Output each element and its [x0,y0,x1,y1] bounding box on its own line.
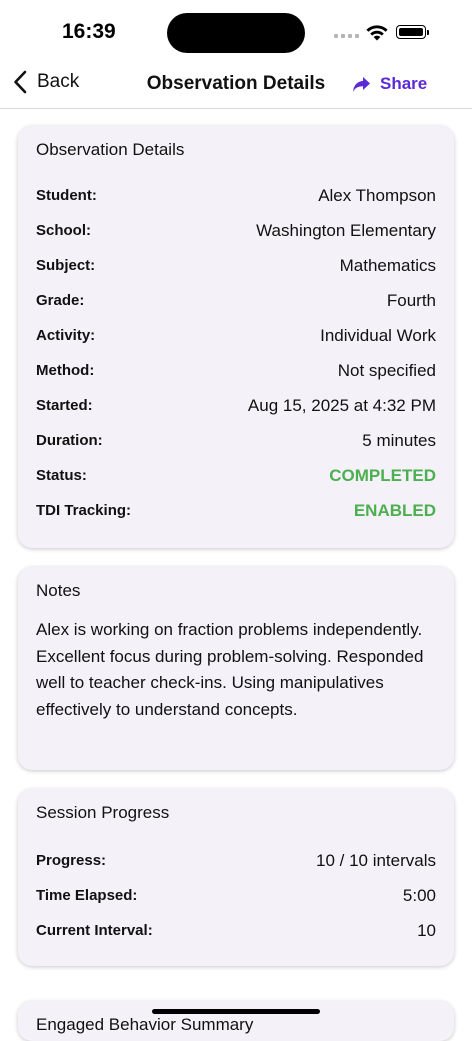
battery-icon [396,25,429,39]
detail-label: Student: [36,187,97,204]
back-button[interactable]: Back [13,70,79,94]
card-title: Session Progress [36,803,170,822]
share-arrow-icon [353,76,370,92]
detail-value: Aug 15, 2025 at 4:32 PM [247,395,436,415]
home-indicator[interactable] [152,1009,320,1014]
detail-value: Alex Thompson [318,185,436,205]
detail-label: Activity: [36,327,96,344]
detail-label: Started: [36,397,93,414]
detail-row-student: Student: Alex Thompson [36,178,436,213]
current-interval-value: 10 [417,920,436,940]
detail-value: Fourth [386,290,436,310]
detail-value: Not specified [337,360,436,380]
detail-row-grade: Grade: Fourth [36,283,436,318]
detail-row-started: Started: Aug 15, 2025 at 4:32 PM [36,388,436,423]
detail-row-method: Method: Not specified [36,353,436,388]
detail-label: Subject: [36,257,96,274]
back-label: Back [37,71,80,92]
chevron-left-icon [14,70,27,94]
current-interval-label: Current Interval: [36,922,153,939]
tdi-tracking-badge: ENABLED [353,500,436,520]
share-button[interactable]: Share [352,74,427,94]
navigation-bar: Back Observation Details Share [0,62,472,109]
current-interval-row: Current Interval: 10 [36,913,436,948]
detail-row-subject: Subject: Mathematics [36,248,436,283]
progress-label: Progress: [36,852,107,869]
detail-value: Individual Work [320,325,436,345]
status-time: 16:39 [62,20,116,43]
detail-row-status: Status: COMPLETED [36,458,436,493]
detail-label: Status: [36,467,87,484]
detail-value: Mathematics [339,255,436,275]
detail-value: 5 minutes [362,430,436,450]
time-elapsed-label: Time Elapsed: [36,887,138,904]
share-label: Share [380,74,428,93]
status-badge: COMPLETED [329,465,436,485]
notes-text: Alex is working on fraction problems ind… [36,620,424,719]
detail-label: TDI Tracking: [36,502,132,519]
detail-label: Duration: [36,432,103,449]
cellular-signal-icon [334,34,359,38]
detail-row-school: School: Washington Elementary [36,213,436,248]
status-bar: 16:39 [0,0,472,62]
engaged-behavior-summary-card: Engaged Behavior Summary [18,1001,454,1041]
detail-row-tdi-tracking: TDI Tracking: ENABLED [36,493,436,528]
progress-value: 10 / 10 intervals [315,850,436,870]
progress-row: Progress: 10 / 10 intervals [36,843,436,878]
card-title: Observation Details [36,140,185,159]
notes-card: Notes Alex is working on fraction proble… [18,567,454,770]
detail-value: Washington Elementary [256,220,436,240]
time-elapsed-value: 5:00 [402,885,436,905]
card-title: Engaged Behavior Summary [36,1015,254,1034]
observation-details-card: Observation Details Student: Alex Thomps… [18,126,454,548]
detail-row-duration: Duration: 5 minutes [36,423,436,458]
session-progress-card: Session Progress Progress: 10 / 10 inter… [18,789,454,966]
detail-label: Method: [36,362,95,379]
card-title: Notes [36,581,81,600]
dynamic-island [167,13,305,53]
wifi-icon [366,25,388,41]
detail-label: School: [36,222,91,239]
detail-row-activity: Activity: Individual Work [36,318,436,353]
time-elapsed-row: Time Elapsed: 5:00 [36,878,436,913]
detail-label: Grade: [36,292,85,309]
